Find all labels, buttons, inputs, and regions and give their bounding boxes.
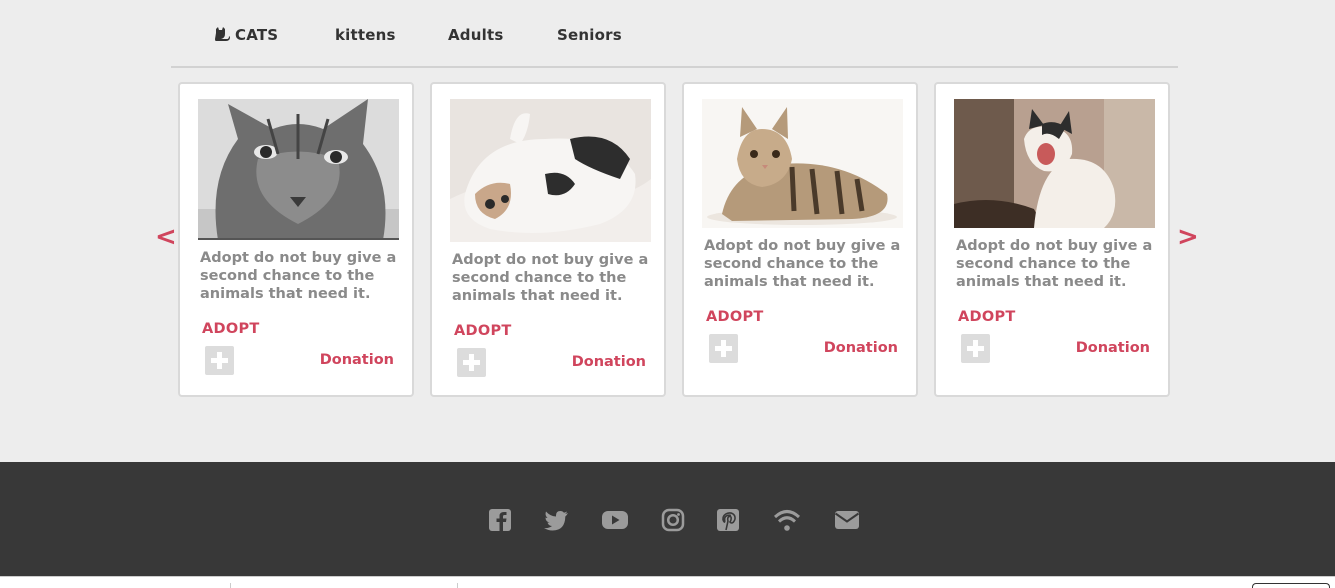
- donation-link[interactable]: Donation: [1076, 340, 1150, 356]
- category-tabs: CATS kittens Adults Seniors: [171, 0, 1178, 68]
- rss-icon[interactable]: [773, 506, 801, 534]
- tab-seniors[interactable]: Seniors: [557, 26, 622, 44]
- tab-cats[interactable]: CATS: [214, 26, 278, 44]
- divider: [457, 583, 458, 588]
- add-icon[interactable]: [457, 348, 486, 377]
- divider: [230, 583, 231, 588]
- donation-link[interactable]: Donation: [824, 340, 898, 356]
- card-description: Adopt do not buy give a second chance to…: [200, 250, 397, 302]
- facebook-icon[interactable]: [486, 506, 514, 534]
- tab-cats-label: CATS: [235, 26, 279, 44]
- tab-adults[interactable]: Adults: [448, 26, 503, 44]
- tab-kittens[interactable]: kittens: [335, 26, 396, 44]
- carousel-prev-button[interactable]: <: [155, 222, 177, 252]
- youtube-icon[interactable]: [601, 506, 629, 534]
- carousel-next-button[interactable]: >: [1177, 222, 1199, 252]
- adopt-button[interactable]: ADOPT: [706, 309, 764, 325]
- adopt-button[interactable]: ADOPT: [958, 309, 1016, 325]
- donation-link[interactable]: Donation: [572, 354, 646, 370]
- email-icon[interactable]: [833, 506, 861, 534]
- pet-card: Adopt do not buy give a second chance to…: [934, 82, 1170, 397]
- pet-card: Adopt do not buy give a second chance to…: [178, 82, 414, 397]
- card-description: Adopt do not buy give a second chance to…: [704, 238, 901, 290]
- adopt-button[interactable]: ADOPT: [202, 321, 260, 337]
- bottom-bar: [0, 576, 1335, 588]
- tabby-kitten-lying-photo: [702, 99, 903, 228]
- card-description: Adopt do not buy give a second chance to…: [956, 238, 1153, 290]
- card-description: Adopt do not buy give a second chance to…: [452, 252, 649, 304]
- add-icon[interactable]: [709, 334, 738, 363]
- instagram-icon[interactable]: [659, 506, 687, 534]
- adopt-button[interactable]: ADOPT: [454, 323, 512, 339]
- cat-icon: [214, 27, 230, 41]
- add-icon[interactable]: [205, 346, 234, 375]
- grey-tabby-cat-photo: [198, 99, 399, 240]
- pet-card: Adopt do not buy give a second chance to…: [682, 82, 918, 397]
- donation-link[interactable]: Donation: [320, 352, 394, 368]
- footer: [0, 462, 1335, 576]
- add-icon[interactable]: [961, 334, 990, 363]
- pet-card: Adopt do not buy give a second chance to…: [430, 82, 666, 397]
- bottom-bar-button[interactable]: [1252, 583, 1330, 588]
- twitter-icon[interactable]: [542, 506, 570, 534]
- yawning-white-kitten-photo: [954, 99, 1155, 228]
- pinterest-icon[interactable]: [714, 506, 742, 534]
- calico-cat-on-back-photo: [450, 99, 651, 242]
